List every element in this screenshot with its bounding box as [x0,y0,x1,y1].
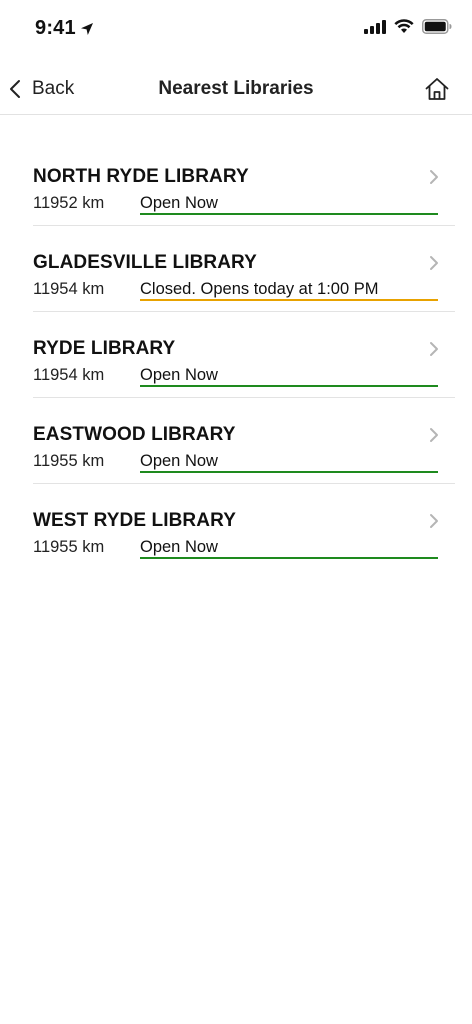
status-time: 9:41 [35,17,94,40]
library-status: Open Now [140,536,438,559]
library-status-label: Open Now [140,538,218,556]
library-name: RYDE LIBRARY [33,338,176,359]
library-list: NORTH RYDE LIBRARY 11952 km Open Now GLA… [33,140,455,570]
library-list-item[interactable]: RYDE LIBRARY 11954 km Open Now [33,312,455,398]
library-status: Open Now [140,364,438,387]
library-distance: 11955 km [33,538,105,556]
library-name: NORTH RYDE LIBRARY [33,166,249,187]
chevron-right-icon [430,170,438,184]
status-bar: 9:41 [0,0,472,60]
library-status: Closed. Opens today at 1:00 PM [140,278,438,301]
chevron-right-icon [430,256,438,270]
library-list-item[interactable]: WEST RYDE LIBRARY 11955 km Open Now [33,484,455,570]
status-time-label: 9:41 [35,17,76,39]
library-distance: 11954 km [33,366,105,384]
navigation-bar: Back Nearest Libraries [0,60,472,115]
cellular-signal-icon [364,19,386,34]
status-indicators [364,19,452,34]
library-distance: 11954 km [33,280,105,298]
library-name: GLADESVILLE LIBRARY [33,252,257,273]
library-list-item[interactable]: NORTH RYDE LIBRARY 11952 km Open Now [33,140,455,226]
home-icon[interactable] [424,76,450,102]
library-list-item[interactable]: GLADESVILLE LIBRARY 11954 km Closed. Ope… [33,226,455,312]
location-arrow-icon [80,22,93,35]
library-status: Open Now [140,450,438,473]
library-list-item[interactable]: EASTWOOD LIBRARY 11955 km Open Now [33,398,455,484]
library-name: EASTWOOD LIBRARY [33,424,236,445]
library-status-label: Open Now [140,194,218,212]
library-status: Open Now [140,192,438,215]
chevron-right-icon [430,428,438,442]
library-status-label: Closed. Opens today at 1:00 PM [140,280,379,298]
chevron-right-icon [430,514,438,528]
page-title: Nearest Libraries [158,78,314,99]
battery-icon [422,19,452,34]
library-status-label: Open Now [140,366,218,384]
library-name: WEST RYDE LIBRARY [33,510,236,531]
wifi-icon [394,19,414,33]
library-status-label: Open Now [140,452,218,470]
chevron-right-icon [430,342,438,356]
library-distance: 11955 km [33,452,105,470]
library-distance: 11952 km [33,194,105,212]
